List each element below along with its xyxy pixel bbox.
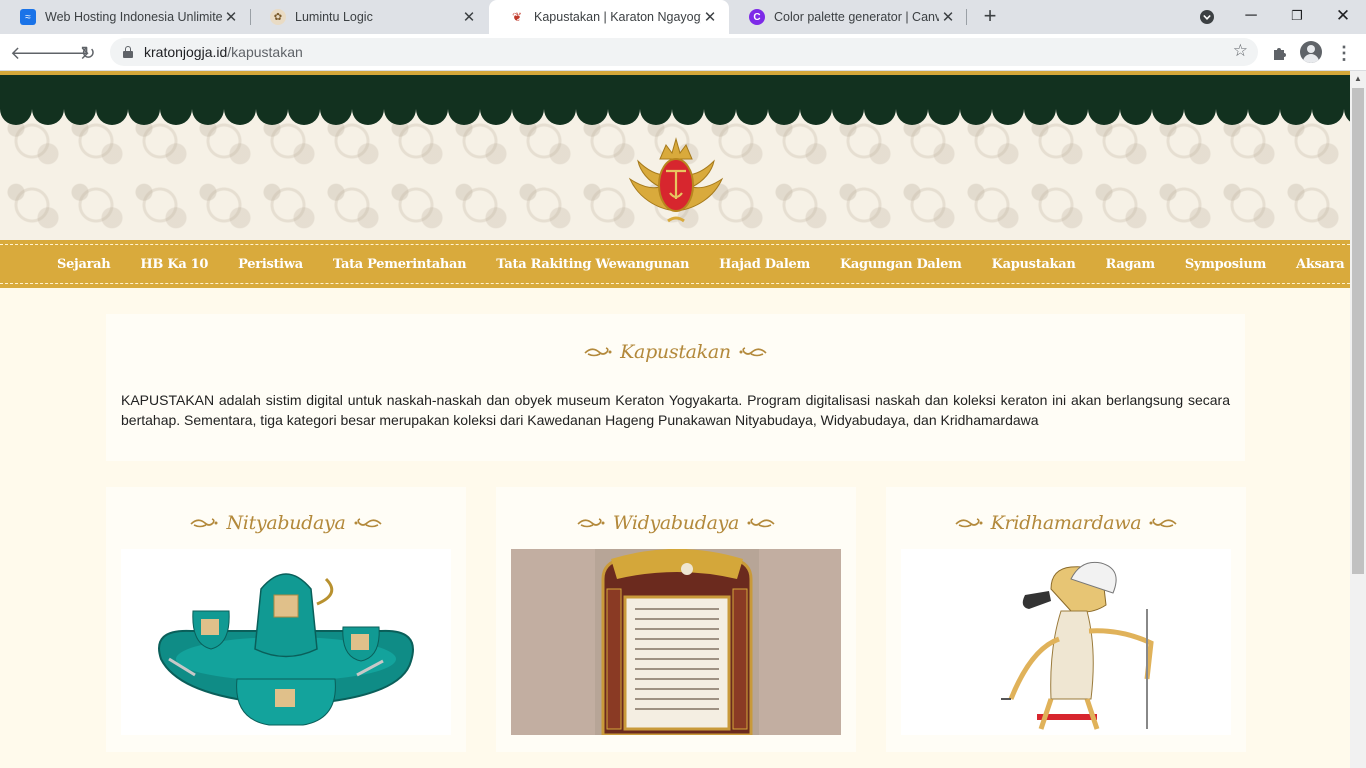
page-scrollbar[interactable]: ▲ — [1350, 71, 1366, 768]
browser-tab[interactable]: ≈ Web Hosting Indonesia Unlimited ✕ — [0, 0, 250, 34]
close-tab-icon[interactable]: ✕ — [222, 8, 240, 26]
browser-menu-icon[interactable]: ⋮ — [1330, 39, 1358, 67]
right-ornament-icon — [739, 347, 767, 357]
header-green-band — [0, 75, 1350, 111]
close-tab-icon[interactable]: ✕ — [460, 8, 478, 26]
browser-toolbar: 🡐 🡒 ↻ kratonjogja.id/kapustakan ☆ ⋮ — [0, 34, 1366, 71]
left-ornament-icon — [190, 518, 218, 528]
tab-title: Web Hosting Indonesia Unlimited — [45, 10, 222, 24]
nav-item-ragam[interactable]: Ragam — [1106, 257, 1156, 272]
browser-tab[interactable]: ✿ Lumintu Logic ✕ — [250, 0, 488, 34]
canva-favicon-icon: C — [749, 9, 765, 25]
left-ornament-icon — [955, 518, 983, 528]
page-viewport: Sejarah HB Ka 10 Peristiwa Tata Pemerint… — [0, 71, 1350, 768]
browser-tab-strip: ≈ Web Hosting Indonesia Unlimited ✕ ✿ Lu… — [0, 0, 1366, 34]
nav-item-aksara[interactable]: Aksara — [1296, 257, 1345, 272]
card-heading: Widyabudaya — [496, 512, 856, 534]
category-card-kridhamardawa[interactable]: Kridhamardawa — [886, 487, 1246, 752]
card-heading: Nityabudaya — [106, 512, 466, 534]
url-text: kratonjogja.id/kapustakan — [144, 44, 303, 60]
tab-title: Kapustakan | Karaton Ngayogyakarta — [534, 10, 701, 24]
tab-title: Lumintu Logic — [295, 10, 373, 24]
nav-item-tata-rakiting-wewangunan[interactable]: Tata Rakiting Wewangunan — [496, 257, 689, 272]
minimize-button[interactable]: ─ — [1228, 0, 1274, 34]
lumintu-favicon-icon: ✿ — [270, 9, 286, 25]
address-bar[interactable]: kratonjogja.id/kapustakan ☆ — [110, 38, 1258, 66]
close-window-button[interactable]: ✕ — [1320, 0, 1366, 34]
nav-item-sejarah[interactable]: Sejarah — [57, 257, 111, 272]
intro-heading: Kapustakan — [106, 341, 1245, 363]
wayang-puppet-image[interactable] — [901, 549, 1231, 735]
card-title[interactable]: Kridhamardawa — [991, 512, 1142, 534]
new-tab-button[interactable]: + — [978, 4, 1002, 28]
tab-title: Color palette generator | Canva C — [774, 10, 939, 24]
card-title[interactable]: Widyabudaya — [613, 512, 739, 534]
bookmark-star-icon[interactable]: ☆ — [1233, 41, 1248, 61]
forward-button[interactable]: 🡒 — [42, 39, 90, 67]
nav-item-peristiwa[interactable]: Peristiwa — [238, 257, 303, 272]
nav-item-tata-pemerintahan[interactable]: Tata Pemerintahan — [333, 257, 467, 272]
right-ornament-icon — [1149, 518, 1177, 528]
manuscript-image[interactable] — [511, 549, 841, 735]
intro-description: KAPUSTAKAN adalah sistim digital untuk n… — [121, 392, 1230, 428]
right-ornament-icon — [747, 518, 775, 528]
category-card-widyabudaya[interactable]: Widyabudaya — [496, 487, 856, 752]
scrollbar-thumb[interactable] — [1352, 88, 1364, 574]
nav-item-kapustakan[interactable]: Kapustakan — [992, 257, 1076, 272]
left-ornament-icon — [577, 518, 605, 528]
hosting-favicon-icon: ≈ — [20, 9, 36, 25]
main-nav-items: Sejarah HB Ka 10 Peristiwa Tata Pemerint… — [57, 240, 1345, 288]
left-ornament-icon — [584, 347, 612, 357]
lock-icon — [123, 46, 133, 58]
kraton-emblem-logo — [628, 137, 724, 223]
tab-search-button[interactable] — [1184, 0, 1230, 34]
kraton-favicon-icon: ❦ — [511, 10, 523, 24]
nav-item-hb-ka-10[interactable]: HB Ka 10 — [140, 257, 208, 272]
close-tab-icon[interactable]: ✕ — [939, 8, 957, 26]
teaset-image[interactable] — [121, 549, 451, 735]
close-tab-icon[interactable]: ✕ — [701, 8, 719, 26]
browser-tab-active[interactable]: ❦ Kapustakan | Karaton Ngayogyakarta ✕ — [489, 0, 729, 34]
browser-tab[interactable]: C Color palette generator | Canva C ✕ — [729, 0, 967, 34]
category-card-nityabudaya[interactable]: Nityabudaya — [106, 487, 466, 752]
restore-button[interactable]: ❐ — [1274, 0, 1320, 34]
main-navigation: Sejarah HB Ka 10 Peristiwa Tata Pemerint… — [0, 240, 1350, 288]
extensions-puzzle-icon[interactable] — [1266, 39, 1294, 67]
reload-button[interactable]: ↻ — [74, 39, 102, 67]
nav-item-kagungan-dalem[interactable]: Kagungan Dalem — [840, 257, 962, 272]
right-ornament-icon — [354, 518, 382, 528]
tab-separator — [966, 9, 967, 25]
profile-avatar[interactable] — [1300, 41, 1322, 63]
back-button[interactable]: 🡐 — [10, 39, 58, 67]
url-path: /kapustakan — [227, 44, 303, 60]
chevron-down-icon — [1200, 10, 1214, 24]
kapustakan-intro-panel: Kapustakan KAPUSTAKAN adalah sistim digi… — [106, 314, 1245, 461]
page-title: Kapustakan — [620, 341, 731, 363]
card-heading: Kridhamardawa — [886, 512, 1246, 534]
header-scallop-border — [0, 109, 1350, 125]
nav-item-symposium[interactable]: Symposium — [1185, 257, 1267, 272]
scroll-up-arrow-icon[interactable]: ▲ — [1350, 71, 1366, 87]
card-title[interactable]: Nityabudaya — [226, 512, 345, 534]
url-domain: kratonjogja.id — [144, 44, 228, 60]
nav-item-hajad-dalem[interactable]: Hajad Dalem — [719, 257, 810, 272]
